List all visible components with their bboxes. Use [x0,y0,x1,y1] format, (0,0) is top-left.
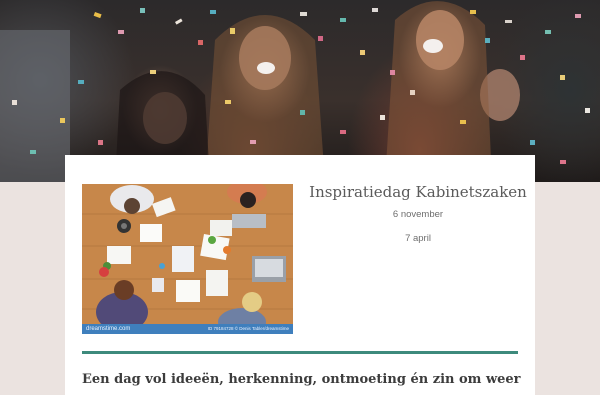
event-date-first: 6 november [392,209,444,220]
event-card[interactable]: dreamstime.com ID 79184728 © Denis Table… [65,155,535,395]
section-divider [82,351,518,354]
event-tagline: Een dag vol ideeën, herkenning, ontmoeti… [82,372,521,387]
team-desk-illustration [82,184,293,334]
event-thumbnail-image[interactable]: dreamstime.com ID 79184728 © Denis Table… [82,184,293,334]
thumbnail-brand: dreamstime.com [86,326,131,332]
event-date-second: 7 april [405,233,431,244]
thumbnail-credit: ID 79184728 © Denis Tabler/dreamstime [207,326,289,331]
thumbnail-credit-bar: dreamstime.com ID 79184728 © Denis Table… [82,324,293,334]
event-title[interactable]: Inspiratiedag Kabinetszaken [303,183,533,201]
